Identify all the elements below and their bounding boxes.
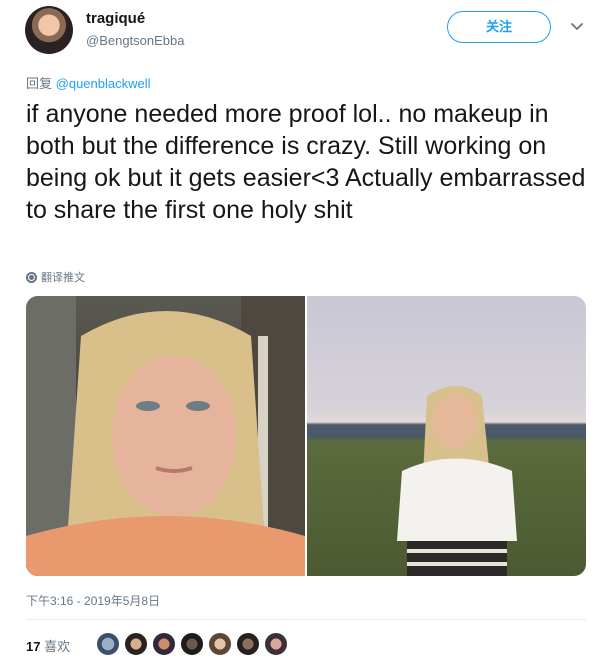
- reply-prefix: 回复: [26, 76, 53, 91]
- tweet-text: if anyone needed more proof lol.. no mak…: [26, 100, 586, 224]
- globe-icon: [26, 271, 37, 283]
- media-grid: [26, 296, 586, 576]
- liker-avatar[interactable]: [96, 632, 120, 656]
- likes-label: 喜欢: [44, 639, 71, 654]
- liker-avatar[interactable]: [180, 632, 204, 656]
- likes-summary[interactable]: 17 喜欢: [26, 636, 70, 655]
- photo-left[interactable]: [26, 296, 305, 576]
- photo-right[interactable]: [307, 296, 586, 576]
- liker-avatar[interactable]: [236, 632, 260, 656]
- translate-label: 翻译推文: [41, 272, 85, 284]
- photo-right-illustration: [397, 386, 517, 576]
- author-handle[interactable]: @BengtsonEbba: [86, 33, 185, 48]
- liker-avatar[interactable]: [264, 632, 288, 656]
- follow-button[interactable]: 关注: [447, 11, 551, 43]
- author-display-name[interactable]: tragiqué: [86, 10, 145, 27]
- likes-count: 17: [26, 639, 41, 654]
- reply-context: 回复 @quenblackwell: [26, 73, 151, 92]
- divider: [26, 619, 586, 620]
- tweet-timestamp[interactable]: 下午3:16 - 2019年5月8日: [26, 592, 160, 609]
- liker-avatar[interactable]: [152, 632, 176, 656]
- translate-tweet-link[interactable]: 翻译推文: [26, 269, 85, 285]
- author-avatar[interactable]: [25, 6, 73, 54]
- liker-avatar[interactable]: [208, 632, 232, 656]
- photo-left-illustration: [26, 296, 305, 576]
- chevron-down-icon[interactable]: [570, 22, 584, 32]
- reply-mention-link[interactable]: @quenblackwell: [56, 76, 151, 91]
- liker-avatar[interactable]: [124, 632, 148, 656]
